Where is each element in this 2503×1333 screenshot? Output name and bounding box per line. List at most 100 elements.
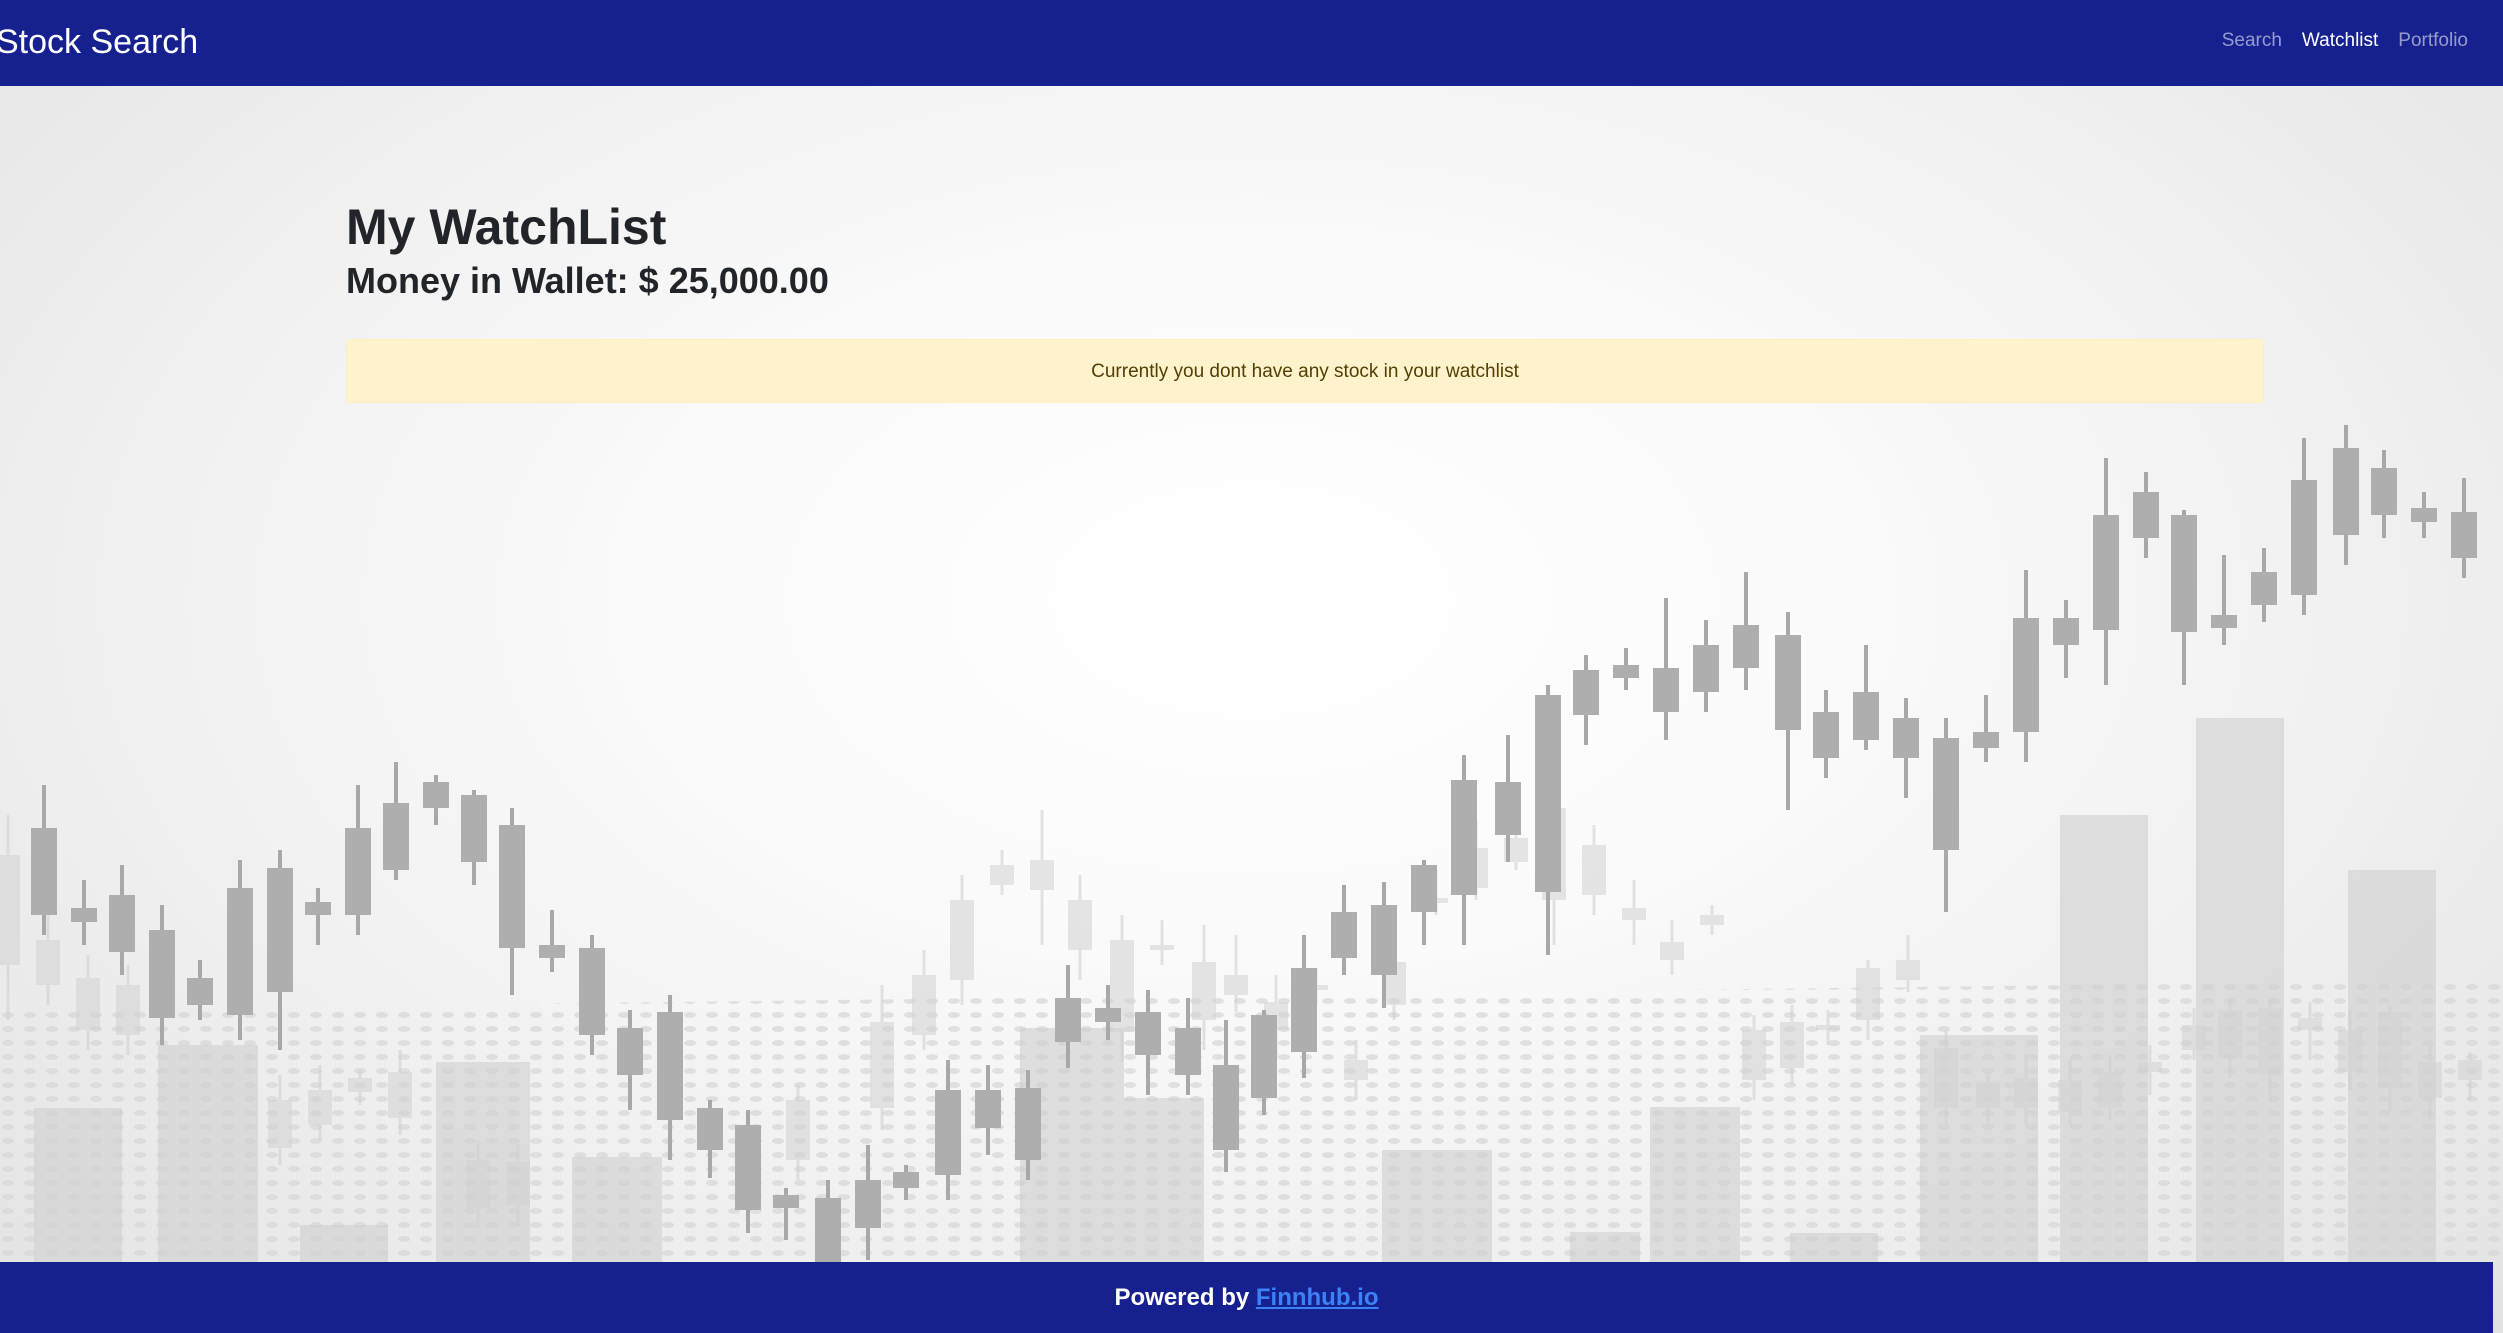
candle-body: [2053, 618, 2079, 645]
candle-body: [1573, 670, 1599, 715]
footer: Powered by Finnhub.io: [0, 1262, 2493, 1333]
candle-body: [1893, 718, 1919, 758]
faded-candle-body: [786, 1100, 810, 1160]
candle-body: [1853, 692, 1879, 740]
candle-body: [1693, 645, 1719, 692]
volume-bar: [1570, 1232, 1640, 1262]
faded-candle-body: [1660, 942, 1684, 960]
candle-body: [893, 1172, 919, 1188]
volume-bar: [300, 1225, 388, 1262]
nav-portfolio-link[interactable]: Portfolio: [2397, 28, 2469, 54]
candle-body: [855, 1180, 881, 1228]
candle-body: [935, 1090, 961, 1175]
candle-body: [1733, 625, 1759, 668]
candle-body: [2451, 512, 2477, 558]
faded-candle-body: [912, 975, 936, 1035]
faded-candle-body: [1742, 1030, 1766, 1080]
faded-candle-body: [870, 1022, 894, 1108]
candle-body: [1813, 712, 1839, 758]
candle-body: [2333, 448, 2359, 535]
candle-body: [579, 948, 605, 1035]
candle-body: [1291, 968, 1317, 1052]
candle-body: [1535, 695, 1561, 892]
faded-candle-body: [2138, 1062, 2162, 1072]
footer-prefix: Powered by: [1114, 1284, 1256, 1311]
faded-candle-body: [1344, 1060, 1368, 1080]
candle-body: [1775, 635, 1801, 730]
candle-body: [71, 908, 97, 922]
finnhub-link[interactable]: Finnhub.io: [1256, 1284, 1379, 1311]
candle-body: [305, 902, 331, 915]
volume-bar: [158, 1045, 258, 1262]
faded-candle-body: [1780, 1022, 1804, 1068]
nav-links: Search Watchlist Portfolio: [2221, 28, 2469, 54]
faded-candle-body: [268, 1100, 292, 1148]
faded-candle-body: [2378, 1012, 2402, 1088]
faded-candle-body: [506, 1162, 530, 1205]
faded-candle-body: [2298, 1018, 2322, 1030]
candle-body: [735, 1125, 761, 1210]
candle-body: [1411, 865, 1437, 912]
candle-body: [1495, 782, 1521, 835]
candle-body: [1135, 1012, 1161, 1055]
watchlist-section: My WatchList Money in Wallet: $ 25,000.0…: [346, 196, 2264, 403]
volume-bar: [1790, 1233, 1878, 1262]
faded-candle-body: [2182, 1025, 2206, 1050]
candle-body: [2133, 492, 2159, 538]
candle-body: [617, 1028, 643, 1075]
faded-candle-body: [116, 985, 140, 1035]
faded-candle-body: [1700, 915, 1724, 925]
candle-body: [2211, 615, 2237, 628]
faded-candle-body: [990, 865, 1014, 885]
faded-candle-body: [308, 1090, 332, 1125]
candle-body: [1213, 1065, 1239, 1150]
brand-logo[interactable]: Stock Search: [0, 20, 198, 64]
candle-body: [1933, 738, 1959, 850]
faded-candle-body: [950, 900, 974, 980]
candle-body: [2251, 572, 2277, 605]
faded-candle-body: [466, 1160, 490, 1208]
page-title: My WatchList: [346, 199, 667, 255]
candle-body: [345, 828, 371, 915]
candle-body: [109, 895, 135, 952]
faded-candle-body: [2058, 1080, 2082, 1112]
faded-candle-body: [36, 940, 60, 985]
candle-body: [1055, 998, 1081, 1042]
candle-body: [149, 930, 175, 1018]
faded-candle-body: [76, 978, 100, 1030]
volume-bar: [1382, 1150, 1492, 1262]
faded-candle-body: [348, 1078, 372, 1092]
faded-candle-body: [1856, 968, 1880, 1020]
faded-candle-body: [1068, 900, 1092, 950]
candle-body: [1251, 1015, 1277, 1098]
candle-body: [697, 1108, 723, 1150]
volume-bar: [2196, 718, 2284, 1262]
candle-body: [2411, 508, 2437, 522]
faded-candle-body: [2258, 1008, 2282, 1075]
faded-candle-body: [1896, 960, 1920, 980]
faded-candle-body: [1224, 975, 1248, 995]
faded-candle-body: [2338, 1030, 2362, 1072]
candle-body: [499, 825, 525, 948]
candle-body: [423, 782, 449, 808]
faded-candle-body: [2218, 1010, 2242, 1058]
volume-bar: [572, 1157, 662, 1262]
candle-body: [1331, 912, 1357, 958]
volume-bar: [34, 1108, 122, 1262]
faded-candle-body: [1582, 845, 1606, 895]
nav-search-link[interactable]: Search: [2221, 28, 2283, 54]
footer-text: Powered by Finnhub.io: [0, 1262, 2493, 1333]
candle-body: [1175, 1028, 1201, 1075]
faded-candle-body: [0, 855, 20, 965]
candle-body: [267, 868, 293, 992]
faded-candle-body: [1030, 860, 1054, 890]
volume-bar: [2060, 815, 2148, 1262]
nav-watchlist-link[interactable]: Watchlist: [2301, 28, 2379, 54]
faded-candle-body: [1622, 908, 1646, 920]
candle-body: [1613, 665, 1639, 678]
candle-body: [2371, 468, 2397, 515]
candle-body: [1371, 905, 1397, 975]
candle-body: [31, 828, 57, 915]
faded-candle-body: [2418, 1062, 2442, 1098]
candle-body: [2171, 515, 2197, 632]
